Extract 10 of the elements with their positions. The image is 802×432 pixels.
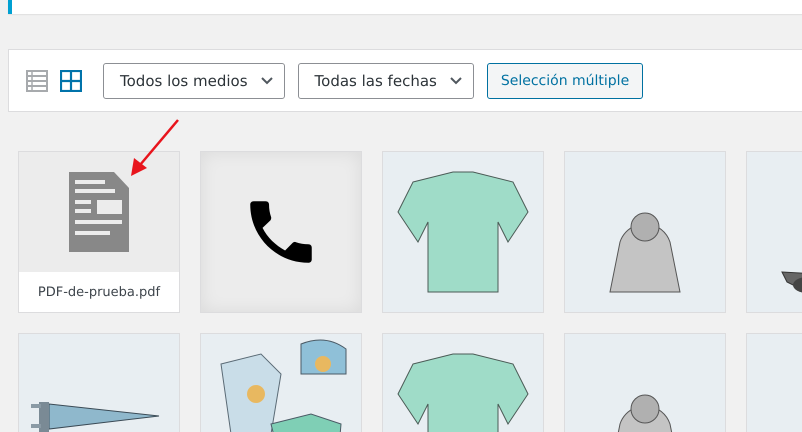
filter-dropdown[interactable]: Todos los medios (103, 62, 285, 98)
file-name: PDF-de-prueba.pdf (19, 272, 179, 312)
document-icon (69, 172, 129, 252)
media-tile[interactable]: PDF-de-prueba.pdf (18, 151, 180, 313)
bulk-select-button[interactable]: Selección múltiple (486, 62, 644, 98)
list-view-icon[interactable] (26, 70, 48, 92)
filter-dropdown[interactable]: Todas las fechas (298, 62, 474, 98)
media-tile[interactable] (200, 151, 362, 313)
annotation-arrow (131, 119, 179, 176)
grid-view-icon[interactable] (60, 70, 82, 92)
